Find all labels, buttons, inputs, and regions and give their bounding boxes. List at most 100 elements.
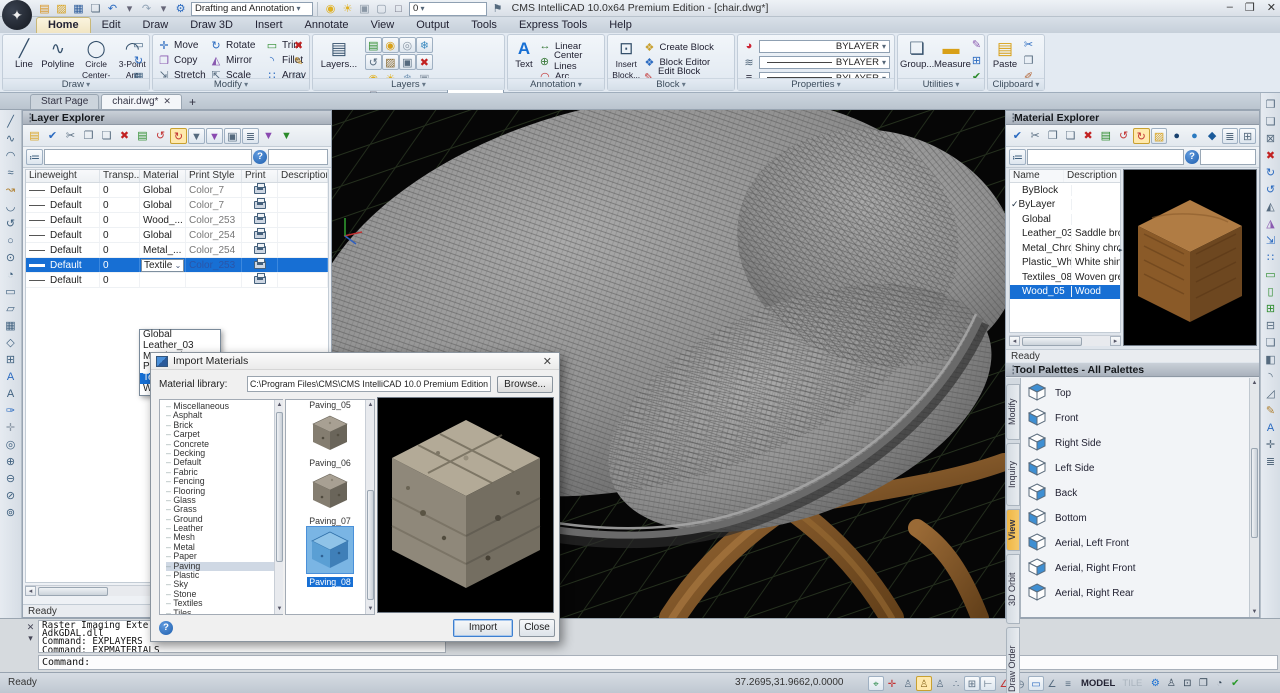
palette-item[interactable]: Top	[1027, 381, 1249, 406]
material-row[interactable]: Textiles_08Woven grey	[1010, 270, 1120, 285]
scroll-right-icon[interactable]: ▸	[1110, 336, 1121, 346]
tab-start-page[interactable]: Start Page	[30, 94, 99, 109]
mtext-tool-icon[interactable]: A	[2, 386, 19, 402]
insert-block-button[interactable]: ⊡Insert Block...	[610, 37, 642, 84]
print-icon[interactable]	[254, 261, 266, 269]
utilities-group-label[interactable]: Utilities	[898, 78, 984, 90]
text-button[interactable]: AText	[510, 37, 538, 83]
material-table-header[interactable]: Name Description	[1010, 170, 1120, 183]
mirror-v-icon[interactable]: ◮	[1262, 216, 1279, 232]
layer-explorer-title[interactable]: Layer Explorer	[23, 111, 331, 125]
scroll-up-icon[interactable]: ▲	[275, 400, 284, 410]
zoom-out-icon[interactable]: ⊖	[2, 471, 19, 487]
offset-obj-icon[interactable]: ❏	[1262, 335, 1279, 351]
revcloud-tool-icon[interactable]: ↻	[130, 53, 147, 69]
block-group-label[interactable]: Block	[608, 78, 734, 90]
material-dropdown-button[interactable]: Textile	[141, 259, 184, 272]
zoom-extents-icon[interactable]: ⊚	[2, 505, 19, 521]
zoom-realtime-icon[interactable]: ◎	[2, 437, 19, 453]
filter-green-icon[interactable]: ▼	[278, 128, 295, 144]
layer-table-header[interactable]: Lineweight Transp... Material Print Styl…	[26, 170, 328, 183]
layout-windows-icon[interactable]: ❐	[1195, 676, 1211, 691]
break-obj-icon[interactable]: ⊞	[1262, 301, 1279, 317]
modify-group-label[interactable]: Modify	[153, 78, 309, 90]
scroll-down-icon[interactable]: ▼	[1250, 607, 1259, 617]
redo-icon[interactable]: ↻	[1133, 128, 1150, 144]
arc-chord-icon[interactable]: ◡	[2, 199, 19, 215]
layer-list-view-icon[interactable]: ≔	[26, 149, 43, 165]
move-button[interactable]: ✛Move	[157, 38, 209, 52]
undo-icon[interactable]: ↺	[1115, 128, 1132, 144]
print-icon[interactable]	[254, 246, 266, 254]
close-button[interactable]: ✕	[1267, 1, 1276, 14]
material-row[interactable]: Global	[1010, 212, 1120, 227]
browse-button[interactable]: Browse...	[497, 376, 553, 393]
lwt-icon[interactable]: ▭	[1028, 676, 1044, 691]
sphere-light-icon[interactable]: ●	[1186, 128, 1203, 144]
scroll-down-icon[interactable]: ▼	[366, 604, 375, 614]
settings-icon[interactable]: ≣	[242, 128, 259, 144]
array-obj-icon[interactable]: ∷	[1262, 250, 1279, 266]
palette-item[interactable]: Aerial, Right Rear	[1027, 581, 1249, 606]
layer-states-icon[interactable]: ▤	[365, 37, 382, 53]
list-view-icon[interactable]: ≣	[1222, 128, 1239, 144]
properties-group-label[interactable]: Properties	[738, 78, 894, 90]
material-filter-input[interactable]	[1200, 149, 1256, 165]
erase-obj-icon[interactable]: ⊠	[1262, 131, 1279, 147]
erase-icon[interactable]: ✖	[290, 38, 307, 54]
paving-cube-thumbnail-selected[interactable]	[307, 527, 353, 573]
layer-filter-input[interactable]	[268, 149, 328, 165]
new-property-filter-icon[interactable]: ▼	[188, 128, 205, 144]
rotate-cw-icon[interactable]: ↻	[1262, 165, 1279, 181]
command-expand-icon[interactable]: ▾	[24, 633, 37, 644]
trim-obj-icon[interactable]: ▭	[1262, 267, 1279, 283]
detail-view-icon[interactable]: ⊞	[1239, 128, 1256, 144]
settings-gear-icon[interactable]: ⚙	[1147, 676, 1163, 691]
set-current-icon[interactable]: ✔	[44, 128, 61, 144]
layer-states-manager-icon[interactable]: ▣	[224, 128, 241, 144]
paving-cube-thumbnail[interactable]	[308, 411, 352, 455]
circle-tool-icon[interactable]: ○	[2, 233, 19, 249]
line-tool-icon[interactable]: ╱	[2, 114, 19, 130]
maximize-button[interactable]: ❐	[1245, 1, 1255, 14]
material-row[interactable]: Metal_Chro...Shiny chron	[1010, 241, 1120, 256]
scroll-left-icon[interactable]: ◂	[25, 586, 36, 596]
tab-chair-dwg[interactable]: chair.dwg*✕	[101, 94, 182, 109]
ellipse-tool-icon[interactable]: ◔	[2, 267, 19, 283]
annotation-group-label[interactable]: Annotation	[508, 78, 604, 90]
ribbon-tab[interactable]: Annotate	[294, 18, 360, 33]
material-option[interactable]: Leather_03	[140, 341, 220, 352]
thumbnail-scrollbar[interactable]: ▲ ▼	[365, 400, 374, 614]
set-current-icon[interactable]: ✔	[1009, 128, 1026, 144]
minimize-button[interactable]: –	[1227, 1, 1233, 14]
layer-row[interactable]: Default0GlobalColor_254	[26, 228, 328, 243]
explode-obj-icon[interactable]: ◧	[1262, 352, 1279, 368]
scroll-left-icon[interactable]: ◂	[1009, 336, 1020, 346]
delete-icon[interactable]: ✖	[116, 128, 133, 144]
join-obj-icon[interactable]: ⊟	[1262, 318, 1279, 334]
material-library-path-input[interactable]: C:\Program Files\CMS\CMS IntelliCAD 10.0…	[247, 376, 491, 392]
ribbon-tab[interactable]: Edit	[91, 18, 132, 33]
create-block-button[interactable]: ❖Create Block	[642, 40, 734, 54]
tile-toggle[interactable]: TILE	[1122, 678, 1142, 689]
edit-text-icon[interactable]: A	[1262, 420, 1279, 436]
material-row[interactable]: ByBlock	[1010, 183, 1120, 198]
dialog-title-bar[interactable]: Import Materials	[151, 353, 559, 370]
cut-icon[interactable]: ✂	[1027, 128, 1044, 144]
delete-obj-icon[interactable]: ✖	[1262, 148, 1279, 164]
tool-palettes-title[interactable]: Tool Palettes - All Palettes	[1006, 363, 1259, 377]
paving-cube-thumbnail[interactable]	[308, 469, 352, 513]
mirror-button[interactable]: ◭Mirror	[209, 53, 265, 67]
etrack-icon[interactable]: ♙	[932, 677, 948, 692]
polyline-tool-icon[interactable]: ∿	[2, 131, 19, 147]
thumbnail-label[interactable]: Paving_05	[286, 400, 374, 410]
palette-item[interactable]: Right Side	[1027, 431, 1249, 456]
cut-icon[interactable]: ✂	[62, 128, 79, 144]
user-icon[interactable]: ♙	[1163, 676, 1179, 691]
print-icon[interactable]	[254, 201, 266, 209]
fillet-obj-icon[interactable]: ◝	[1262, 369, 1279, 385]
new-layer-icon[interactable]: ▤	[26, 128, 43, 144]
ribbon-tab[interactable]: Express Tools	[508, 18, 598, 33]
clock-icon[interactable]: ◔	[1211, 676, 1227, 691]
props-icon[interactable]: ≣	[1262, 454, 1279, 470]
